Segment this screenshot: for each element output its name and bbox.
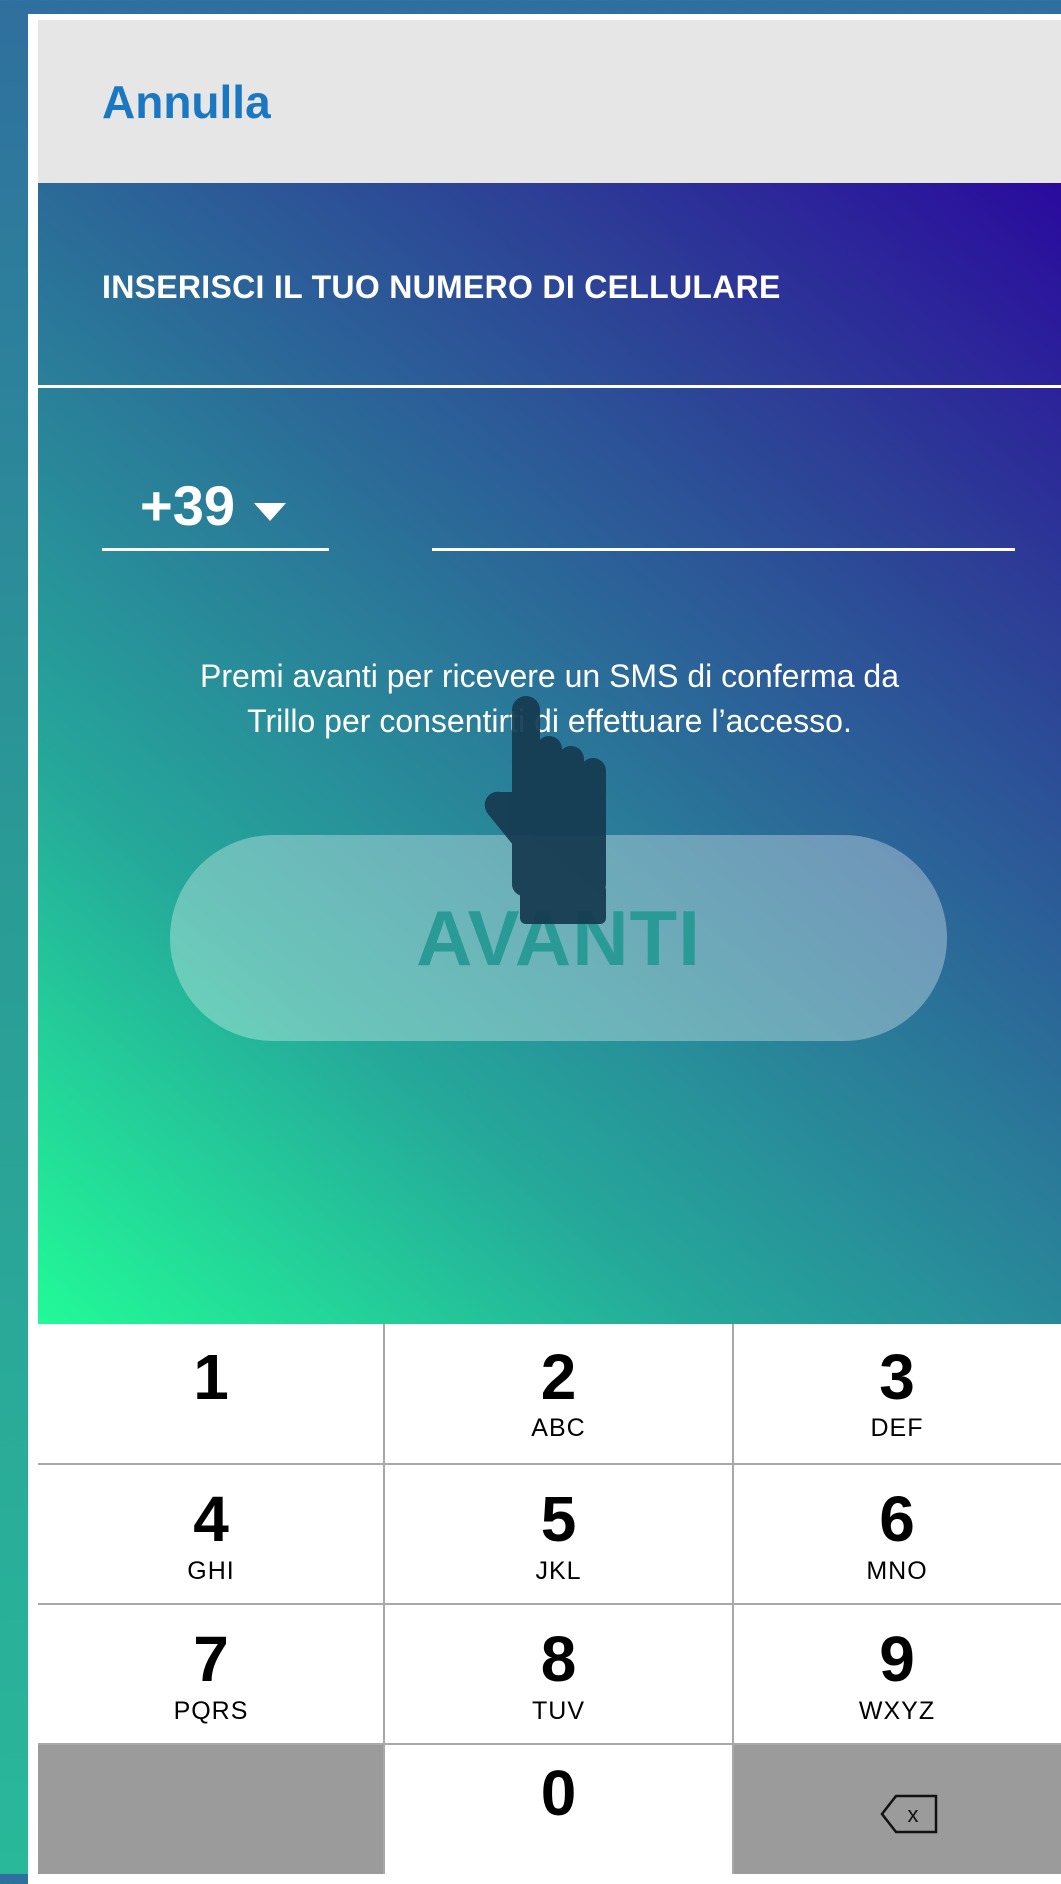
- header-bar: Annulla: [38, 20, 1061, 183]
- info-text: Premi avanti per ricevere un SMS di conf…: [138, 654, 961, 744]
- screen: Annulla INSERISCI IL TUO NUMERO DI CELLU…: [38, 20, 1061, 1874]
- page-title: INSERISCI IL TUO NUMERO DI CELLULARE: [102, 269, 781, 305]
- numeric-keypad: x 1 2 ABC 3 DEF 4 GHI 5 JKL 6 MNO 7 PQRS…: [38, 1324, 1061, 1874]
- phone-number-input[interactable]: [432, 473, 1015, 551]
- key-number: 1: [193, 1341, 229, 1413]
- key-empty: [38, 1744, 384, 1874]
- key-number: 8: [540, 1623, 577, 1695]
- chevron-down-icon: [254, 503, 286, 521]
- key-9[interactable]: 9 WXYZ: [733, 1604, 1061, 1744]
- key-number: 3: [879, 1341, 915, 1413]
- keypad-divider: [38, 1743, 1061, 1745]
- info-line-1: Premi avanti per ricevere un SMS di conf…: [200, 658, 899, 694]
- keypad-divider: [38, 1603, 1061, 1605]
- key-5[interactable]: 5 JKL: [384, 1464, 733, 1604]
- key-2[interactable]: 2 ABC: [384, 1324, 733, 1464]
- key-0[interactable]: 0: [384, 1744, 733, 1874]
- key-6[interactable]: 6 MNO: [733, 1464, 1061, 1604]
- key-letters: GHI: [187, 1557, 235, 1585]
- info-line-2: Trillo per consentirti di effettuare l’a…: [247, 703, 852, 739]
- key-3[interactable]: 3 DEF: [733, 1324, 1061, 1464]
- key-number: 0: [540, 1757, 577, 1829]
- key-number: 5: [540, 1483, 577, 1555]
- phone-entry-panel: INSERISCI IL TUO NUMERO DI CELLULARE +39…: [38, 183, 1061, 1324]
- key-letters: WXYZ: [858, 1697, 936, 1725]
- title-divider: [38, 385, 1061, 388]
- country-code-selector[interactable]: +39: [102, 473, 329, 551]
- key-7[interactable]: 7 PQRS: [38, 1604, 384, 1744]
- key-number: 6: [879, 1483, 915, 1555]
- key-number: 2: [540, 1341, 577, 1413]
- key-letters: TUV: [532, 1697, 585, 1725]
- key-backspace[interactable]: x: [733, 1744, 1061, 1874]
- key-letters: MNO: [866, 1557, 928, 1585]
- key-1[interactable]: 1: [38, 1324, 384, 1464]
- backspace-glyph: x: [908, 1802, 919, 1827]
- cancel-button[interactable]: Annulla: [102, 75, 271, 129]
- key-letters: JKL: [535, 1557, 582, 1585]
- country-code-value: +39: [140, 474, 235, 537]
- next-button[interactable]: AVANTI: [170, 835, 947, 1041]
- key-number: 7: [193, 1623, 229, 1695]
- key-letters: ABC: [531, 1414, 586, 1442]
- key-8[interactable]: 8 TUV: [384, 1604, 733, 1744]
- key-number: 4: [193, 1483, 229, 1555]
- keypad-divider: [38, 1463, 1061, 1465]
- keypad-divider: [383, 1324, 385, 1874]
- backspace-icon: x: [880, 1794, 938, 1834]
- key-number: 9: [879, 1623, 915, 1695]
- key-letters: PQRS: [173, 1697, 249, 1725]
- key-4[interactable]: 4 GHI: [38, 1464, 384, 1604]
- key-letters: DEF: [870, 1414, 924, 1442]
- keypad-divider: [732, 1324, 734, 1874]
